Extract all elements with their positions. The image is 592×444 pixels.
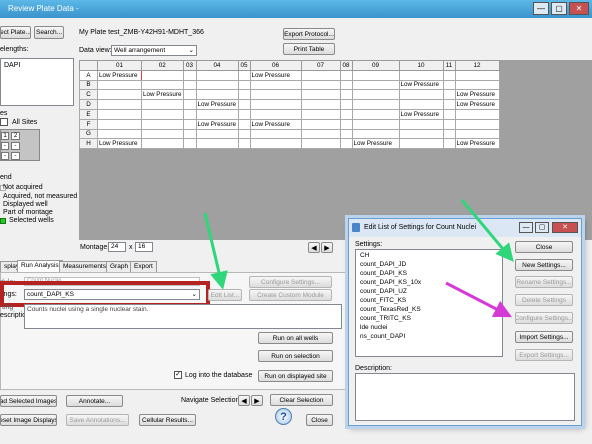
green-arrow-edit-list [203, 212, 228, 290]
green-arrow-new-settings [460, 199, 514, 262]
annotation-arrows [203, 199, 514, 318]
magenta-arrow-configure [445, 281, 512, 318]
